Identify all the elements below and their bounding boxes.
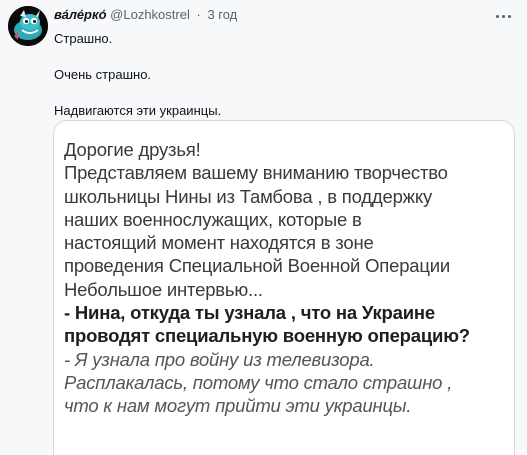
- card-text-line: - Я узнала про войну из телевизора.: [64, 348, 375, 370]
- card-text-line: Небольшое интервью...: [64, 278, 263, 300]
- card-text-line: Расплакалась, потому что стало страшно ,: [64, 371, 453, 393]
- author-handle[interactable]: @Lozhkostrel: [110, 7, 190, 22]
- tweet-header: ва́ле́рко́ @Lozhkostrel · 3 год: [54, 7, 237, 22]
- card-text-line: проведения Специальной Военной Операции: [64, 255, 451, 277]
- card-text-line: Дорогие друзья!: [64, 139, 201, 160]
- card-text-line: школьницы Нины из Тамбова , в поддержку: [64, 185, 432, 207]
- card-text-line: что к нам могут прийти эти украинцы.: [64, 395, 412, 417]
- author-display-name[interactable]: ва́ле́рко́: [54, 7, 107, 22]
- card-text-line: проводят специальную военную операцию?: [64, 325, 470, 347]
- card-text-line: - Нина, откуда ты узнала , что на Украин…: [64, 302, 435, 324]
- tweet: ва́ле́рко́ @Lozhkostrel · 3 год Страшно.…: [0, 0, 527, 455]
- tweet-timestamp[interactable]: 3 год: [207, 7, 237, 22]
- dragon-avatar-icon[interactable]: [8, 6, 48, 46]
- card-text-line: Представляем вашему вниманию творчество: [64, 162, 448, 184]
- tweet-image-card[interactable]: Дорогие друзья! Представляем вашему внима…: [53, 120, 515, 455]
- card-text-line: настоящий момент находятся в зоне: [64, 232, 374, 254]
- card-text-block: Дорогие друзья! Представляем вашему внима…: [64, 138, 512, 418]
- tweet-text-line: Очень страшно.: [54, 67, 152, 82]
- card-text-line: наших военнослужащих, которые в: [64, 208, 362, 230]
- more-dots-icon[interactable]: [493, 10, 513, 22]
- header-separator: ·: [196, 7, 201, 22]
- tweet-text-line: Надвигаются эти украинцы.: [54, 103, 222, 118]
- tweet-text-line: Страшно.: [54, 31, 113, 46]
